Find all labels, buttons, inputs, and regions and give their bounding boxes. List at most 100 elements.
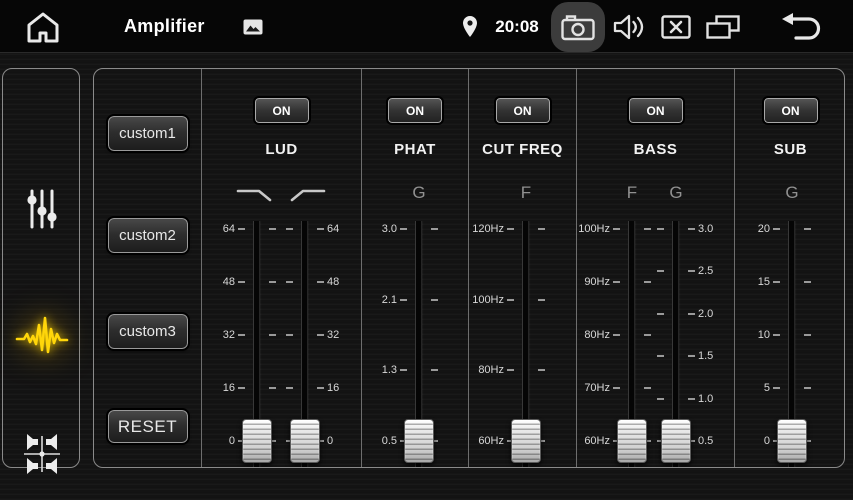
tick-label: 10: [732, 328, 770, 342]
speaker-volume-icon[interactable]: [613, 13, 645, 41]
reset-button[interactable]: RESET: [108, 410, 188, 443]
channel-column-phat: ONPHATG3.02.11.30.5: [361, 69, 468, 467]
tick-label: 20: [732, 222, 770, 236]
tick-dash: [804, 387, 811, 389]
power-toggle-sub[interactable]: ON: [764, 98, 818, 123]
sidebar: [2, 68, 80, 468]
tick-label: 32: [327, 328, 365, 342]
tick-dash: [400, 369, 407, 371]
tick-label: 80Hz: [466, 363, 504, 377]
channel-title-sub: SUB: [735, 141, 845, 158]
tick-label: 48: [327, 275, 365, 289]
tick-dash: [804, 334, 811, 336]
channel-column-lud: ONLUD644832160644832160: [201, 69, 361, 467]
tick-dash: [613, 387, 620, 389]
camera-icon[interactable]: [551, 2, 605, 52]
tick-label: 48: [197, 275, 235, 289]
tick-dash: [238, 281, 245, 283]
tick-dash: [286, 228, 293, 230]
tick-dash: [286, 387, 293, 389]
tick-dash: [400, 228, 407, 230]
tick-dash: [657, 355, 664, 357]
tick-dash: [657, 398, 664, 400]
tick-label: 3.0: [359, 222, 397, 236]
tick-label: 5: [732, 381, 770, 395]
tick-dash: [613, 228, 620, 230]
tick-label: 15: [732, 275, 770, 289]
sidebar-item-sound-effects[interactable]: [3, 312, 81, 358]
tick-label: 3.0: [698, 222, 736, 236]
tick-label: 0.5: [359, 434, 397, 448]
amplifier-panel: custom1custom2custom3RESET ONLUD64483216…: [93, 68, 845, 468]
tick-dash: [431, 369, 438, 371]
slider-scale-label: G: [624, 183, 728, 203]
tick-label: 16: [197, 381, 235, 395]
close-box-icon[interactable]: [661, 15, 691, 39]
amplifier-screen: Amplifier 20:08: [0, 0, 853, 500]
slider-thumb[interactable]: [777, 419, 807, 463]
power-toggle-lud[interactable]: ON: [255, 98, 309, 123]
tick-dash: [431, 299, 438, 301]
tick-dash: [773, 228, 780, 230]
tick-label: 100Hz: [572, 222, 610, 236]
clock: 20:08: [488, 0, 546, 53]
home-icon[interactable]: [23, 10, 63, 44]
sidebar-item-equalizer[interactable]: [3, 187, 81, 231]
tick-dash: [657, 270, 664, 272]
slider-thumb[interactable]: [404, 419, 434, 463]
tick-dash: [688, 270, 695, 272]
tick-dash: [507, 228, 514, 230]
tick-dash: [400, 299, 407, 301]
tick-label: 2.0: [698, 307, 736, 321]
image-icon[interactable]: [243, 19, 263, 35]
power-toggle-bass[interactable]: ON: [629, 98, 683, 123]
slider-thumb[interactable]: [511, 419, 541, 463]
tick-dash: [286, 334, 293, 336]
tick-dash: [538, 299, 545, 301]
tick-dash: [657, 228, 664, 230]
tick-label: 16: [327, 381, 365, 395]
tick-label: 2.1: [359, 293, 397, 307]
tick-dash: [317, 387, 324, 389]
tick-label: 60Hz: [466, 434, 504, 448]
tick-dash: [773, 334, 780, 336]
presets-column: custom1 custom2 custom3 RESET: [94, 69, 201, 467]
slider-bass-2: G3.02.52.01.51.00.5: [624, 219, 728, 468]
slider-cut-freq: F120Hz100Hz80Hz60Hz: [474, 219, 578, 468]
tick-dash: [317, 281, 324, 283]
channel-title-cut-freq: CUT FREQ: [469, 141, 576, 158]
tick-dash: [507, 299, 514, 301]
tick-label: 2.5: [698, 264, 736, 278]
channel-title-bass: BASS: [577, 141, 734, 158]
tick-label: 0: [732, 434, 770, 448]
slider-lud-2: 644832160: [253, 219, 357, 468]
tick-label: 0.5: [698, 434, 736, 448]
recent-apps-icon[interactable]: [706, 15, 740, 39]
preset-button-1[interactable]: custom1: [108, 116, 188, 151]
slider-sub: G20151050: [740, 219, 844, 468]
tick-label: 120Hz: [466, 222, 504, 236]
location-pin-icon: [462, 15, 478, 38]
slider-thumb[interactable]: [290, 419, 320, 463]
treble-cut-curve-icon: [235, 185, 279, 208]
power-toggle-cut-freq[interactable]: ON: [496, 98, 550, 123]
status-bar: Amplifier 20:08: [0, 0, 853, 53]
tick-label: 0: [197, 434, 235, 448]
tick-dash: [238, 228, 245, 230]
slider-thumb[interactable]: [661, 419, 691, 463]
slider-phat: G3.02.11.30.5: [367, 219, 471, 468]
preset-button-3[interactable]: custom3: [108, 314, 188, 349]
power-toggle-phat[interactable]: ON: [388, 98, 442, 123]
tick-dash: [613, 281, 620, 283]
tick-dash: [688, 228, 695, 230]
channel-column-bass: ONBASSF100Hz90Hz80Hz70Hz60HzG3.02.52.01.…: [576, 69, 734, 467]
tick-label: 64: [197, 222, 235, 236]
tick-label: 80Hz: [572, 328, 610, 342]
preset-button-2[interactable]: custom2: [108, 218, 188, 253]
tick-dash: [773, 281, 780, 283]
sidebar-item-balance-fader[interactable]: [3, 431, 81, 477]
back-arrow-icon[interactable]: [779, 13, 825, 41]
tick-dash: [238, 387, 245, 389]
tick-dash: [238, 334, 245, 336]
channel-title-lud: LUD: [202, 141, 361, 158]
